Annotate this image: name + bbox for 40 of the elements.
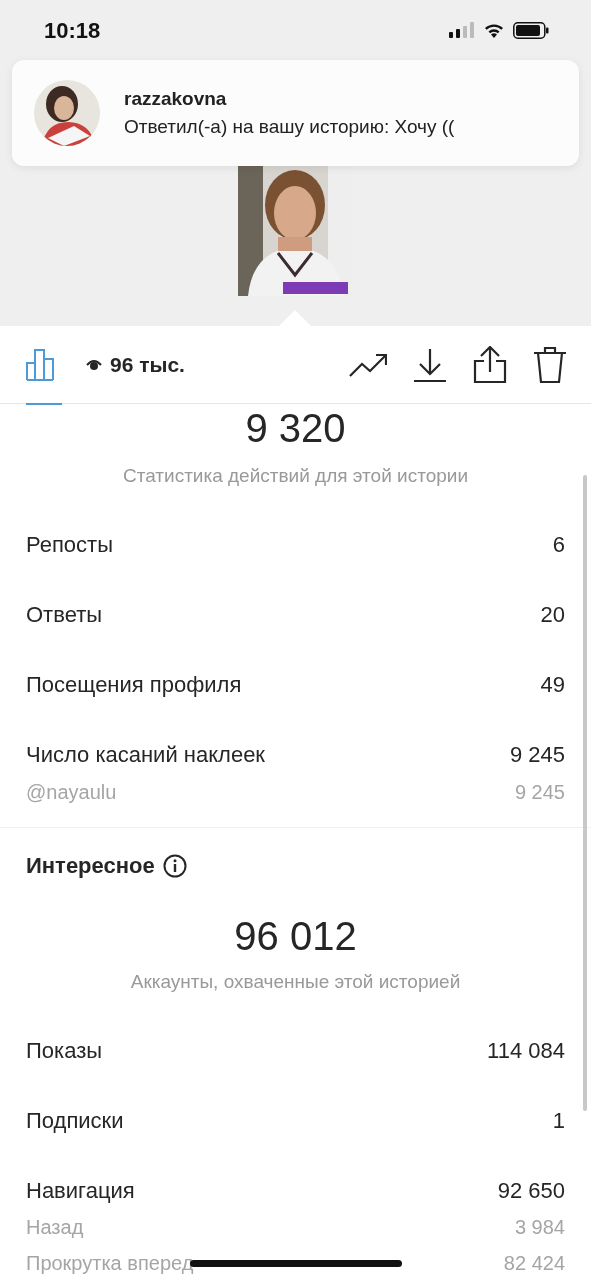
sub-row-label: @nayaulu xyxy=(26,779,117,805)
wifi-icon xyxy=(483,22,505,38)
main-row-label: Ответы xyxy=(26,601,103,629)
status-time: 10:18 xyxy=(44,16,101,45)
sub-row-label: Прокрутка вперед xyxy=(26,1251,194,1276)
big-number: 96 012 xyxy=(233,915,358,956)
sub-row-label: Назад xyxy=(26,1215,84,1240)
main-row-value: 92 650 xyxy=(497,1176,565,1205)
main-row-label: Посещения профиля xyxy=(26,671,242,699)
notification-username: razzakovna xyxy=(124,86,228,111)
main-row-value: 9 245 xyxy=(509,741,565,769)
notification-banner[interactable]: razzakovna Ответил(-а) на вашу историю: Хочу (( xyxy=(12,60,579,166)
notification-message: Ответил(-а) на вашу историю: Хочу (( xyxy=(124,115,455,139)
sub-row-value: 3 984 xyxy=(514,1215,565,1240)
scrollbar[interactable] xyxy=(583,475,587,1111)
main-row-value: 1 xyxy=(552,1106,565,1135)
trend-button[interactable] xyxy=(349,352,387,377)
download-button[interactable] xyxy=(413,346,447,383)
info-icon[interactable] xyxy=(162,853,187,878)
delete-button[interactable] xyxy=(533,345,567,384)
battery-icon xyxy=(513,21,549,39)
sub-row-value: 9 245 xyxy=(514,779,565,805)
main-row-label: Подписки xyxy=(26,1106,124,1135)
main-row-label: Показы xyxy=(26,1036,103,1065)
section-heading: Интересное xyxy=(26,852,155,880)
stat-caption: Статистика действий для этой истории xyxy=(121,464,470,488)
views-count: 96 тыс. xyxy=(110,351,185,378)
main-row-value: 6 xyxy=(552,531,565,559)
signal-icon xyxy=(449,22,475,38)
main-row-label: Репосты xyxy=(26,531,113,559)
main-row-value: 114 084 xyxy=(487,1036,565,1065)
main-row-label: Навигация xyxy=(26,1176,135,1205)
main-row-value: 20 xyxy=(540,601,565,629)
main-row-value: 49 xyxy=(540,671,565,699)
stat-caption: Аккаунты, охваченные этой историей xyxy=(129,969,462,994)
main-row-label: Число касаний наклеек xyxy=(26,741,265,769)
big-number: 9 320 xyxy=(244,408,347,448)
share-button[interactable] xyxy=(473,345,507,384)
eye-icon xyxy=(86,358,102,371)
sub-row-value: 82 424 xyxy=(503,1251,565,1276)
